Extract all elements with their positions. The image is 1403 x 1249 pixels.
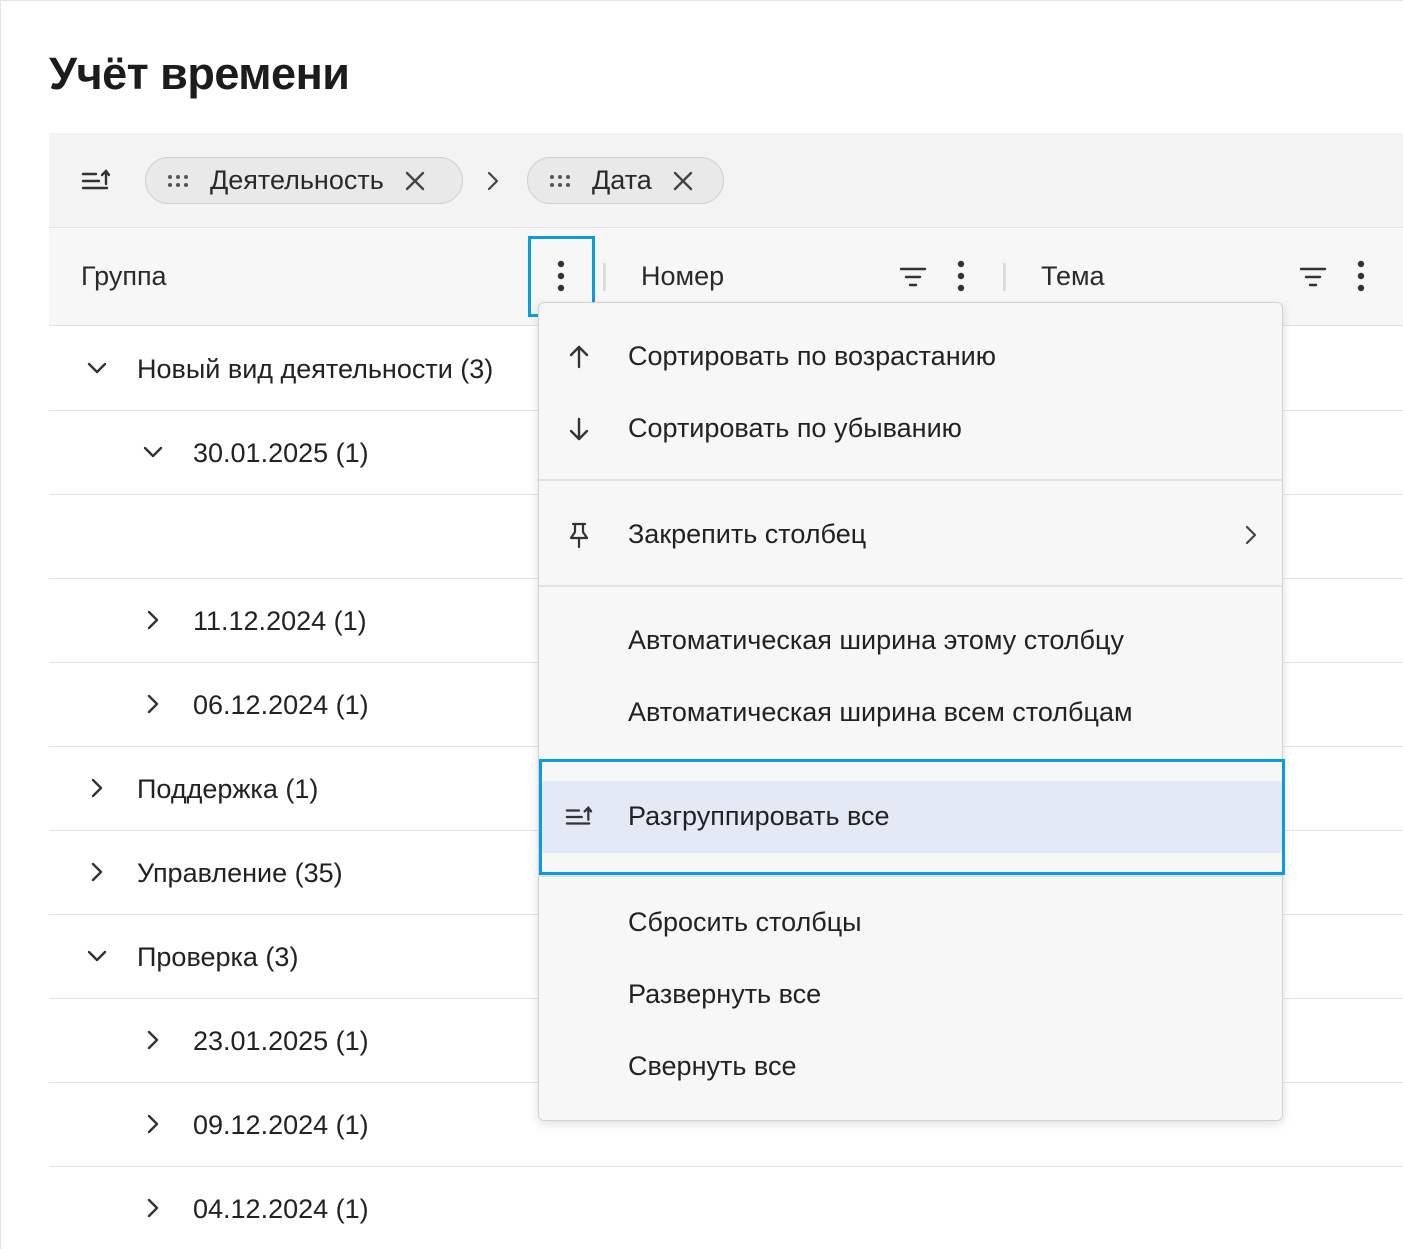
page-title: Учёт времени — [49, 48, 350, 99]
group-row-label: 06.12.2024 (1) — [193, 690, 369, 720]
chevron-right-icon[interactable] — [142, 1029, 164, 1051]
group-row-label: 11.12.2024 (1) — [193, 606, 367, 636]
page-top-border — [0, 0, 1403, 1]
column-header-number[interactable]: Номер — [641, 261, 724, 292]
group-row-label: 09.12.2024 (1) — [193, 1110, 369, 1140]
chevron-right-icon — [1245, 525, 1257, 545]
group-row-label: Поддержка (1) — [137, 774, 319, 804]
menu-item-sort-descending[interactable]: Сортировать по убыванию — [539, 393, 1282, 465]
drag-handle-icon[interactable] — [548, 173, 572, 189]
group-row-label: Новый вид деятельности (3) — [137, 354, 494, 384]
menu-item-label: Автоматическая ширина всем столбцам — [628, 697, 1133, 727]
column-resize-handle[interactable] — [1003, 263, 1006, 291]
filter-icon[interactable] — [899, 266, 927, 288]
drag-handle-icon[interactable] — [166, 173, 190, 189]
group-row-label: 23.01.2025 (1) — [193, 1026, 369, 1056]
chevron-right-icon[interactable] — [142, 693, 164, 715]
menu-item-collapse-all[interactable]: Свернуть все — [539, 1031, 1282, 1103]
group-row-label: 04.12.2024 (1) — [193, 1194, 369, 1224]
group-row-label: 30.01.2025 (1) — [193, 438, 369, 468]
menu-item-label: Сортировать по убыванию — [628, 413, 962, 443]
menu-divider — [539, 585, 1282, 587]
group-chip-label: Деятельность — [210, 165, 384, 195]
menu-item-label: Сбросить столбцы — [628, 907, 862, 937]
ungroup-icon[interactable] — [81, 168, 111, 194]
menu-item-reset-columns[interactable]: Сбросить столбцы — [539, 887, 1282, 959]
menu-item-expand-all[interactable]: Развернуть все — [539, 959, 1282, 1031]
column-menu-icon[interactable] — [956, 259, 966, 293]
menu-item-label: Автоматическая ширина этому столбцу — [628, 625, 1124, 655]
chevron-right-icon — [487, 171, 499, 191]
chevron-right-icon[interactable] — [86, 861, 108, 883]
chevron-down-icon[interactable] — [86, 357, 108, 379]
group-row-label: Проверка (3) — [137, 942, 299, 972]
chevron-down-icon[interactable] — [142, 441, 164, 463]
chevron-right-icon[interactable] — [142, 1197, 164, 1219]
column-resize-handle[interactable] — [603, 263, 606, 291]
chevron-down-icon[interactable] — [86, 945, 108, 967]
column-header-topic[interactable]: Тема — [1041, 261, 1105, 292]
page-left-border — [0, 0, 1, 1249]
menu-item-highlight — [539, 759, 1285, 875]
pin-icon — [569, 522, 589, 549]
menu-item-label: Развернуть все — [628, 979, 822, 1009]
column-context-menu: Сортировать по возрастанию Сортировать п… — [538, 302, 1283, 1121]
menu-item-sort-ascending[interactable]: Сортировать по возрастанию — [539, 321, 1282, 393]
menu-divider — [539, 875, 1282, 877]
menu-item-label: Свернуть все — [628, 1051, 797, 1081]
menu-divider — [539, 479, 1282, 481]
close-icon[interactable] — [672, 170, 694, 192]
group-chip-date[interactable]: Дата — [527, 157, 724, 204]
chevron-right-icon[interactable] — [142, 1113, 164, 1135]
arrow-up-icon — [569, 345, 589, 369]
group-chip-activity[interactable]: Деятельность — [145, 157, 463, 204]
arrow-down-icon — [569, 417, 589, 441]
menu-item-label: Закрепить столбец — [628, 519, 867, 549]
filter-icon[interactable] — [1299, 266, 1327, 288]
group-row[interactable]: 04.12.2024 (1) — [49, 1167, 1403, 1249]
chevron-right-icon[interactable] — [86, 777, 108, 799]
group-chip-label: Дата — [592, 165, 652, 195]
menu-item-autosize-all-columns[interactable]: Автоматическая ширина всем столбцам — [539, 677, 1282, 749]
column-menu-icon[interactable] — [1356, 259, 1366, 293]
column-header-group[interactable]: Группа — [81, 261, 167, 292]
group-row-label: Управление (35) — [137, 858, 343, 888]
menu-item-label: Сортировать по возрастанию — [628, 341, 996, 371]
menu-item-pin-column[interactable]: Закрепить столбец — [539, 499, 1282, 571]
chevron-right-icon[interactable] — [142, 609, 164, 631]
row-group-panel: Деятельность Дата — [49, 133, 1403, 228]
close-icon[interactable] — [404, 170, 426, 192]
menu-item-autosize-this-column[interactable]: Автоматическая ширина этому столбцу — [539, 605, 1282, 677]
